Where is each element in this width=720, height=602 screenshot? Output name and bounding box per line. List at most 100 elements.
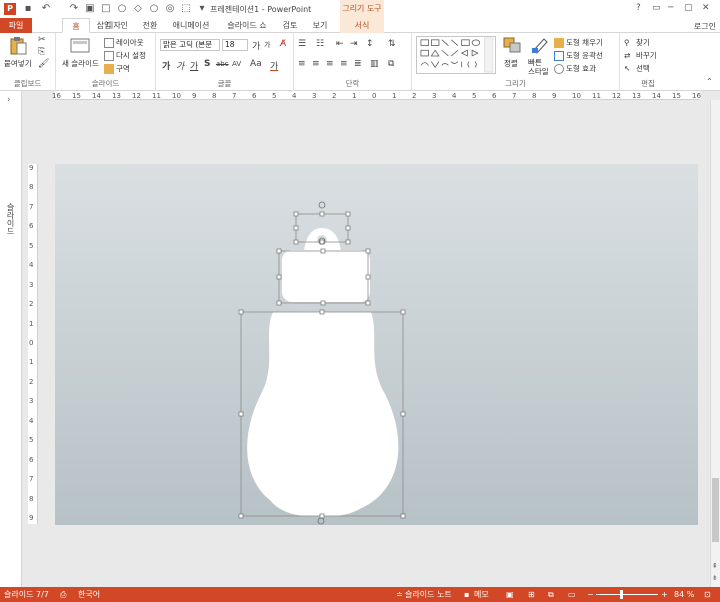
close-icon[interactable]: ✕: [702, 3, 710, 13]
tab-slideshow[interactable]: 슬라이드 쇼: [222, 18, 272, 33]
increase-indent-icon[interactable]: ⇥: [350, 39, 358, 49]
bulb-cap-shape[interactable]: [303, 228, 342, 266]
save-icon[interactable]: ▪: [22, 3, 34, 15]
thumbnail-pane-label[interactable]: 슬라이드: [5, 203, 16, 235]
prev-slide-icon[interactable]: ⇞: [712, 562, 718, 570]
language-indicator[interactable]: 한국어: [78, 587, 100, 602]
shadow-button[interactable]: S: [204, 59, 210, 69]
tab-review[interactable]: 검토: [278, 18, 302, 33]
reading-view-icon[interactable]: ⧉: [548, 587, 554, 602]
tab-transitions[interactable]: 전환: [138, 18, 162, 33]
start-from-beginning-icon[interactable]: ▣: [84, 3, 96, 15]
shape-circle2-icon[interactable]: ○: [148, 3, 160, 15]
font-size-combo[interactable]: 18: [222, 39, 248, 51]
tab-animations[interactable]: 애니메이션: [166, 18, 216, 33]
normal-view-icon[interactable]: ▣: [506, 587, 514, 602]
grow-font-button[interactable]: 가: [252, 39, 260, 52]
shape-rect-icon[interactable]: □: [100, 3, 112, 15]
zoom-slider-thumb[interactable]: [620, 590, 624, 599]
comment-icon[interactable]: ▪: [464, 587, 469, 602]
line-spacing-icon[interactable]: ↕: [366, 39, 374, 49]
shape-fill-button[interactable]: 도형 채우기: [554, 37, 603, 48]
zoom-percent[interactable]: 84 %: [674, 587, 694, 602]
clear-formatting-icon[interactable]: A̸: [280, 39, 286, 49]
help-icon[interactable]: ?: [636, 3, 641, 13]
zoom-slider[interactable]: [596, 594, 658, 595]
char-spacing-button[interactable]: AV: [232, 60, 241, 68]
sign-in-link[interactable]: 로그인: [694, 21, 716, 32]
tab-view[interactable]: 보기: [308, 18, 332, 33]
zoom-out-icon[interactable]: −: [587, 587, 594, 602]
section-button[interactable]: 구역: [104, 63, 130, 74]
next-slide-icon[interactable]: ⇟: [712, 574, 718, 582]
fit-to-window-icon[interactable]: ⊡: [704, 587, 711, 602]
tab-design[interactable]: 디자인: [100, 18, 134, 33]
shape-effects-button[interactable]: 도형 효과: [554, 63, 596, 74]
format-painter-icon[interactable]: 🖌: [38, 59, 49, 69]
underline-button[interactable]: 가: [190, 59, 198, 72]
slide-indicator[interactable]: 슬라이드 7/7: [4, 587, 49, 602]
shape-extra-icon[interactable]: ⬚: [180, 3, 192, 15]
shape-arrow-icon[interactable]: ◇: [132, 3, 144, 15]
redo-icon[interactable]: ↷: [68, 3, 80, 15]
shrink-font-button[interactable]: 가: [264, 40, 270, 50]
scrollbar-thumb[interactable]: [712, 478, 719, 542]
maximize-icon[interactable]: ▢: [684, 3, 693, 13]
spellcheck-icon[interactable]: ⎙: [60, 587, 66, 602]
undo-icon[interactable]: ↶: [40, 3, 52, 15]
replace-button[interactable]: ⇄ 바꾸기: [624, 50, 657, 61]
quick-styles-button[interactable]: 빠른 스타일: [528, 58, 550, 76]
align-left-icon[interactable]: ≡: [298, 59, 306, 69]
copy-icon[interactable]: ⎘: [38, 47, 45, 57]
strikethrough-button[interactable]: abc: [216, 60, 229, 68]
text-direction-icon[interactable]: ⇅: [388, 39, 396, 49]
arrange-button[interactable]: 정렬: [504, 58, 518, 69]
notes-icon[interactable]: ≐: [396, 587, 403, 602]
quick-styles-icon[interactable]: [530, 36, 550, 54]
new-slide-button[interactable]: 새 슬라이드: [62, 58, 99, 69]
font-color-button[interactable]: 가: [270, 59, 278, 72]
align-right-icon[interactable]: ≡: [326, 59, 334, 69]
numbering-icon[interactable]: ☷: [316, 39, 324, 49]
collapse-ribbon-icon[interactable]: ⌃: [706, 77, 713, 86]
slide-sorter-icon[interactable]: ⊞: [528, 587, 535, 602]
paste-button[interactable]: 붙여넣기: [4, 58, 32, 69]
columns-icon[interactable]: ▥: [370, 59, 379, 69]
tab-format[interactable]: 서식: [340, 18, 384, 33]
align-center-icon[interactable]: ≡: [312, 59, 320, 69]
italic-button[interactable]: 가: [176, 59, 184, 72]
distribute-icon[interactable]: ≣: [354, 59, 362, 69]
expand-pane-icon[interactable]: ›: [7, 95, 11, 105]
font-name-combo[interactable]: 맑은 고딕 (본문: [160, 39, 220, 51]
paragraph-group-label: 단락: [345, 79, 360, 88]
slide[interactable]: [55, 164, 698, 525]
shape-circle-icon[interactable]: ○: [116, 3, 128, 15]
justify-icon[interactable]: ≡: [340, 59, 348, 69]
ribbon-display-icon[interactable]: ▭: [652, 3, 661, 13]
paste-icon[interactable]: [8, 37, 28, 55]
new-slide-icon[interactable]: [70, 37, 90, 55]
tab-file[interactable]: 파일: [0, 18, 32, 33]
zoom-in-icon[interactable]: +: [661, 587, 668, 602]
shape-outline-button[interactable]: 도형 윤곽선: [554, 50, 603, 61]
select-button[interactable]: ↖ 선택: [624, 63, 650, 74]
layout-button[interactable]: 레이아웃: [104, 37, 144, 48]
qat-customize-icon[interactable]: ▾: [196, 3, 208, 15]
shape-cloud-icon[interactable]: ◎: [164, 3, 176, 15]
slideshow-view-icon[interactable]: ▭: [568, 587, 576, 602]
shapes-gallery[interactable]: [416, 36, 496, 74]
comments-button[interactable]: 메모: [474, 587, 489, 602]
arrange-icon[interactable]: [502, 36, 522, 54]
smartart-icon[interactable]: ⧉: [388, 59, 394, 69]
minimize-icon[interactable]: ─: [668, 3, 673, 13]
vertical-scrollbar[interactable]: ⇞ ⇟: [710, 100, 720, 587]
decrease-indent-icon[interactable]: ⇤: [336, 39, 344, 49]
cut-icon[interactable]: ✂: [38, 35, 46, 45]
change-case-button[interactable]: Aa: [250, 59, 262, 69]
tab-home[interactable]: 홈: [62, 18, 90, 33]
notes-button[interactable]: 슬라이드 노트: [405, 587, 452, 602]
find-button[interactable]: ⚲ 찾기: [624, 37, 650, 48]
bullets-icon[interactable]: ☰: [298, 39, 306, 49]
bold-button[interactable]: 가: [162, 59, 170, 72]
reset-button[interactable]: 다시 설정: [104, 50, 146, 61]
